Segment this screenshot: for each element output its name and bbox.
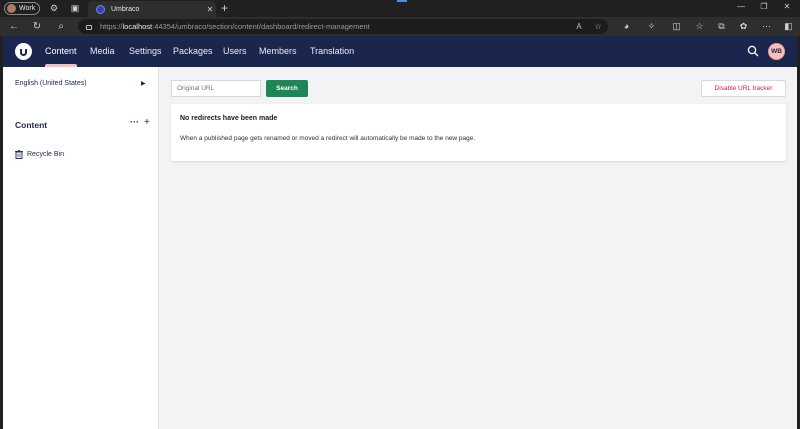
caret-right-icon[interactable]: ▶: [141, 80, 146, 87]
new-tab-icon[interactable]: +: [221, 1, 228, 15]
more-actions-icon[interactable]: ···: [130, 117, 139, 127]
minimize-icon[interactable]: —: [734, 2, 748, 11]
empty-state-text: When a published page gets renamed or mo…: [180, 135, 476, 142]
umbraco-logo[interactable]: [15, 43, 32, 60]
tab-accent-bar: [397, 0, 407, 2]
collections-icon[interactable]: ⧉: [716, 21, 727, 32]
original-url-input[interactable]: [171, 80, 261, 97]
search-icon[interactable]: ⌕: [55, 21, 67, 32]
profile-button[interactable]: Work: [4, 2, 40, 15]
search-button[interactable]: Search: [266, 80, 308, 97]
sidebar-icon[interactable]: ◧: [783, 21, 794, 32]
section-content[interactable]: Content: [45, 45, 77, 67]
header-search-icon[interactable]: [747, 45, 759, 57]
profile-avatar: [7, 4, 16, 13]
section-media[interactable]: Media: [90, 45, 115, 57]
back-icon[interactable]: ←: [8, 21, 20, 32]
tab-title: Umbraco: [111, 5, 140, 13]
umbraco-app: Content Media Settings Packages Users Me…: [3, 36, 797, 429]
section-translation[interactable]: Translation: [310, 45, 354, 57]
url-host: localhost: [122, 22, 153, 31]
umbraco-favicon-icon: [96, 4, 105, 14]
top-header: Content Media Settings Packages Users Me…: [3, 36, 797, 67]
url-field[interactable]: https://localhost:44354/umbraco/section/…: [78, 19, 608, 34]
disable-url-tracker-button[interactable]: Disable URL tracker: [701, 80, 786, 97]
section-users[interactable]: Users: [223, 45, 247, 57]
read-aloud-icon[interactable]: A: [574, 22, 584, 31]
close-window-icon[interactable]: ✕: [780, 2, 794, 11]
url-path: :44354/umbraco/section/content/dashboard…: [152, 22, 370, 31]
more-menu-icon[interactable]: ⋯: [761, 21, 772, 32]
tab-actions-icon[interactable]: ▣: [70, 3, 80, 13]
url-text: https://localhost:44354/umbraco/section/…: [100, 22, 370, 31]
browser-tab[interactable]: Umbraco ✕: [88, 1, 216, 17]
favorites-icon[interactable]: ☆: [694, 21, 705, 32]
redirect-management-dashboard: Search Disable URL tracker No redirects …: [159, 67, 797, 429]
split-screen-icon[interactable]: ◫: [671, 21, 682, 32]
lock-icon: [86, 25, 92, 30]
favorite-star-icon[interactable]: ☆: [593, 22, 603, 31]
section-settings[interactable]: Settings: [129, 45, 162, 57]
restore-icon[interactable]: ❐: [757, 2, 771, 11]
copilot-icon[interactable]: ✿: [738, 21, 749, 32]
extension-icon[interactable]: ◕: [621, 21, 632, 32]
section-members[interactable]: Members: [259, 45, 297, 57]
refresh-icon[interactable]: ↻: [31, 21, 43, 32]
content-tree-sidebar: English (United States) ▶ Content ··· + …: [3, 67, 159, 429]
tree-heading[interactable]: Content: [15, 120, 47, 130]
section-packages[interactable]: Packages: [173, 45, 213, 57]
address-bar: ← ↻ ⌕ https://localhost:44354/umbraco/se…: [0, 17, 800, 36]
browser-tab-bar: Work ⚙ ▣ Umbraco ✕ + — ❐ ✕: [0, 0, 800, 17]
workspaces-icon[interactable]: ⚙: [49, 3, 59, 13]
user-avatar[interactable]: WB: [768, 43, 785, 60]
language-selector[interactable]: English (United States): [15, 80, 87, 87]
profile-label: Work: [19, 5, 36, 12]
trash-icon: [15, 150, 23, 159]
url-prefix: https://: [100, 22, 123, 31]
empty-state-card: No redirects have been made When a publi…: [171, 104, 786, 161]
recycle-bin-label: Recycle Bin: [27, 151, 64, 158]
puzzle-icon[interactable]: ✧: [646, 21, 657, 32]
add-icon[interactable]: +: [144, 117, 150, 128]
close-tab-icon[interactable]: ✕: [204, 5, 216, 14]
tree-item-recycle-bin[interactable]: Recycle Bin: [15, 150, 64, 159]
empty-state-title: No redirects have been made: [180, 115, 278, 122]
